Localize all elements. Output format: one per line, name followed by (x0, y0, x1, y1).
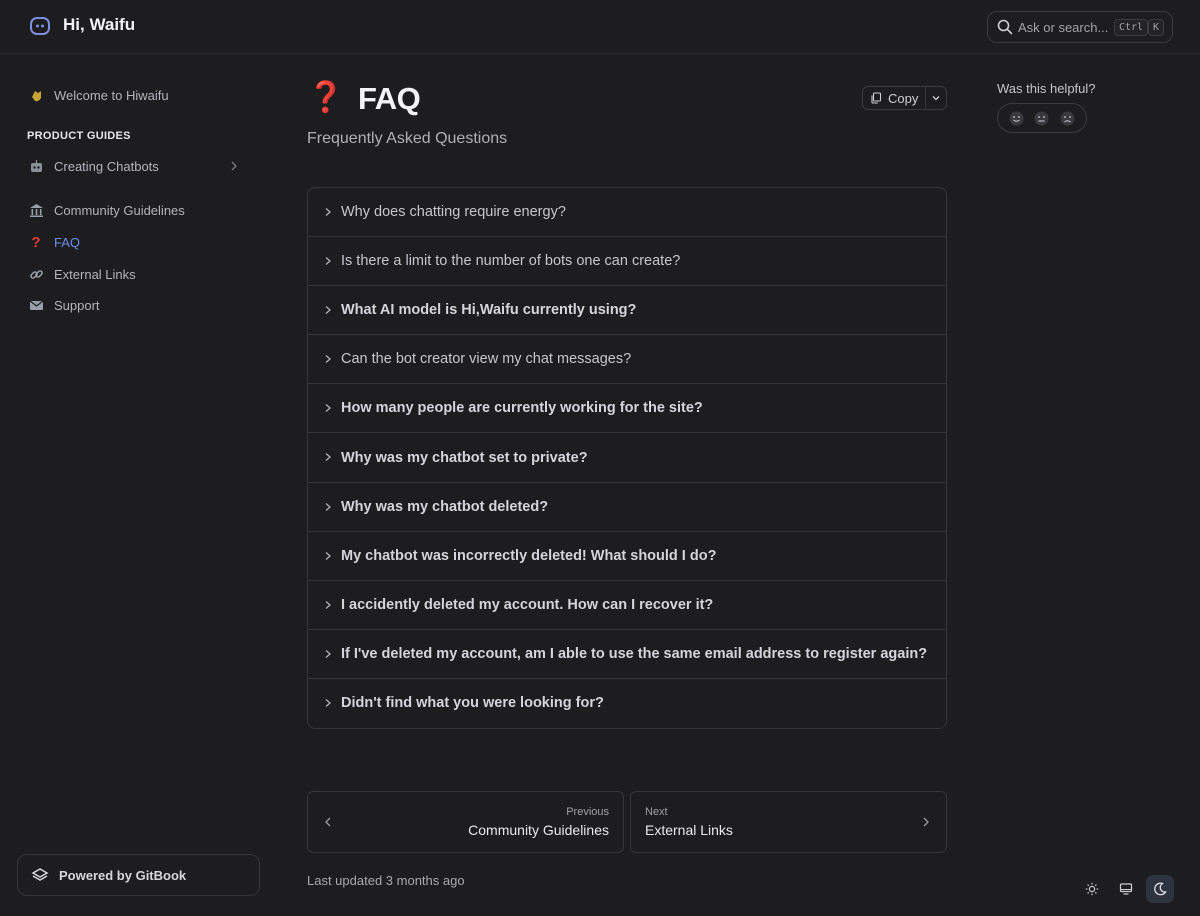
next-label: Next (645, 806, 668, 818)
neutral-face-icon[interactable] (1033, 110, 1050, 127)
faq-item[interactable]: Is there a limit to the number of bots o… (308, 237, 946, 287)
envelope-icon (27, 296, 45, 314)
search-placeholder: Ask or search... (1018, 20, 1109, 35)
chevron-left-icon (325, 817, 331, 827)
chevron-right-icon (325, 404, 331, 413)
copy-options-dropdown[interactable] (926, 87, 946, 109)
faq-item[interactable]: What AI model is Hi,Waifu currently usin… (308, 286, 946, 336)
happy-face-icon[interactable] (1008, 110, 1025, 127)
monitor-icon (1119, 883, 1133, 895)
faq-item[interactable]: My chatbot was incorrectly deleted! What… (308, 532, 946, 581)
faq-question: Is there a limit to the number of bots o… (341, 253, 681, 270)
faq-question: Why was my chatbot set to private? (341, 449, 588, 466)
chevron-right-icon (325, 306, 331, 315)
sidebar-item-label: Community Guidelines (54, 202, 185, 218)
sidebar-item-label: FAQ (54, 234, 81, 250)
sidebar-item-welcome[interactable]: Welcome to Hiwaifu (18, 81, 258, 109)
previous-title: Community Guidelines (468, 822, 609, 838)
chevron-right-icon (325, 257, 331, 266)
shortcut-ctrl-key: Ctrl (1114, 19, 1149, 36)
question-mark-icon: ? (31, 233, 41, 251)
copy-button-group: Copy (862, 86, 947, 110)
top-header: Hi, Waifu Ask or search... Ctrl K (0, 0, 1200, 54)
copy-label: Copy (888, 90, 919, 106)
page-title: FAQ (358, 81, 421, 116)
sidebar-item-creating-chatbots[interactable]: Creating Chatbots (18, 152, 258, 180)
sidebar-item-faq[interactable]: ? FAQ (18, 228, 258, 256)
light-theme-button[interactable] (1078, 875, 1106, 903)
faq-question: Can the bot creator view my chat message… (341, 351, 632, 368)
chevron-right-icon (325, 502, 331, 511)
chevron-right-icon (325, 698, 331, 707)
faq-item[interactable]: Why was my chatbot set to private? (308, 433, 946, 483)
classical-building-icon (27, 201, 45, 219)
sidebar-item-label: Support (54, 297, 100, 313)
feedback-rating (997, 103, 1087, 133)
faq-item[interactable]: How many people are currently working fo… (308, 384, 946, 434)
moon-icon (1154, 882, 1167, 896)
link-icon (27, 265, 45, 283)
faq-question: I accidently deleted my account. How can… (341, 596, 714, 613)
system-theme-button[interactable] (1112, 875, 1140, 903)
powered-by-gitbook-link[interactable]: Powered by GitBook (17, 854, 260, 896)
faq-question: Didn't find what you were looking for? (341, 695, 604, 712)
chevron-right-icon[interactable] (228, 160, 240, 172)
page-subtitle: Frequently Asked Questions (307, 130, 508, 147)
chevron-right-icon (325, 208, 331, 216)
powered-by-label: Powered by GitBook (59, 867, 187, 883)
copy-button[interactable]: Copy (863, 87, 926, 109)
faq-item[interactable]: If I've deleted my account, am I able to… (308, 630, 946, 679)
faq-item[interactable]: Why does chatting require energy? (308, 188, 946, 238)
previous-page-link[interactable]: Previous Community Guidelines (307, 791, 624, 853)
dark-theme-button[interactable] (1146, 875, 1174, 903)
sidebar-item-support[interactable]: Support (18, 291, 258, 319)
sidebar-item-label: Creating Chatbots (54, 158, 159, 174)
faq-question: How many people are currently working fo… (341, 400, 703, 417)
sad-face-icon[interactable] (1059, 110, 1076, 127)
site-title[interactable]: Hi, Waifu (63, 15, 135, 35)
gitbook-icon (31, 868, 49, 881)
search-input[interactable]: Ask or search... Ctrl K (987, 11, 1173, 43)
logo-icon[interactable] (29, 15, 51, 37)
next-page-link[interactable]: Next External Links (630, 791, 947, 853)
chevron-right-icon (325, 453, 331, 462)
question-mark-icon: ❓ (307, 81, 345, 114)
section-heading-product-guides: PRODUCT GUIDES (27, 130, 131, 142)
faq-question: Why does chatting require energy? (341, 204, 566, 221)
sun-icon (1085, 882, 1099, 896)
next-title: External Links (645, 822, 733, 838)
chevron-right-icon (325, 649, 331, 658)
helpful-label: Was this helpful? (997, 81, 1096, 96)
faq-item[interactable]: Why was my chatbot deleted? (308, 483, 946, 532)
faq-question: My chatbot was incorrectly deleted! What… (341, 547, 717, 564)
search-icon (997, 19, 1013, 35)
faq-item[interactable]: Can the bot creator view my chat message… (308, 335, 946, 385)
copy-icon (871, 92, 882, 104)
sidebar-item-label: Welcome to Hiwaifu (54, 87, 169, 103)
sidebar-item-community-guidelines[interactable]: Community Guidelines (18, 196, 258, 224)
faq-item[interactable]: Didn't find what you were looking for? (308, 679, 946, 728)
last-updated: Last updated 3 months ago (307, 873, 465, 888)
chevron-down-icon (932, 96, 940, 101)
chevron-right-icon (923, 817, 929, 827)
chevron-right-icon (325, 600, 331, 609)
chevron-right-icon (325, 551, 331, 560)
chevron-right-icon (325, 355, 331, 364)
faq-item[interactable]: I accidently deleted my account. How can… (308, 581, 946, 630)
clapping-hands-icon (27, 86, 45, 104)
robot-icon (27, 157, 45, 175)
shortcut-k-key: K (1148, 19, 1165, 36)
sidebar-item-external-links[interactable]: External Links (18, 260, 258, 288)
faq-question: If I've deleted my account, am I able to… (341, 645, 928, 662)
sidebar-item-label: External Links (54, 266, 136, 282)
faq-question: What AI model is Hi,Waifu currently usin… (341, 302, 637, 319)
faq-question: Why was my chatbot deleted? (341, 498, 549, 515)
faq-accordion: Why does chatting require energy? Is the… (307, 187, 947, 729)
previous-label: Previous (566, 806, 609, 818)
